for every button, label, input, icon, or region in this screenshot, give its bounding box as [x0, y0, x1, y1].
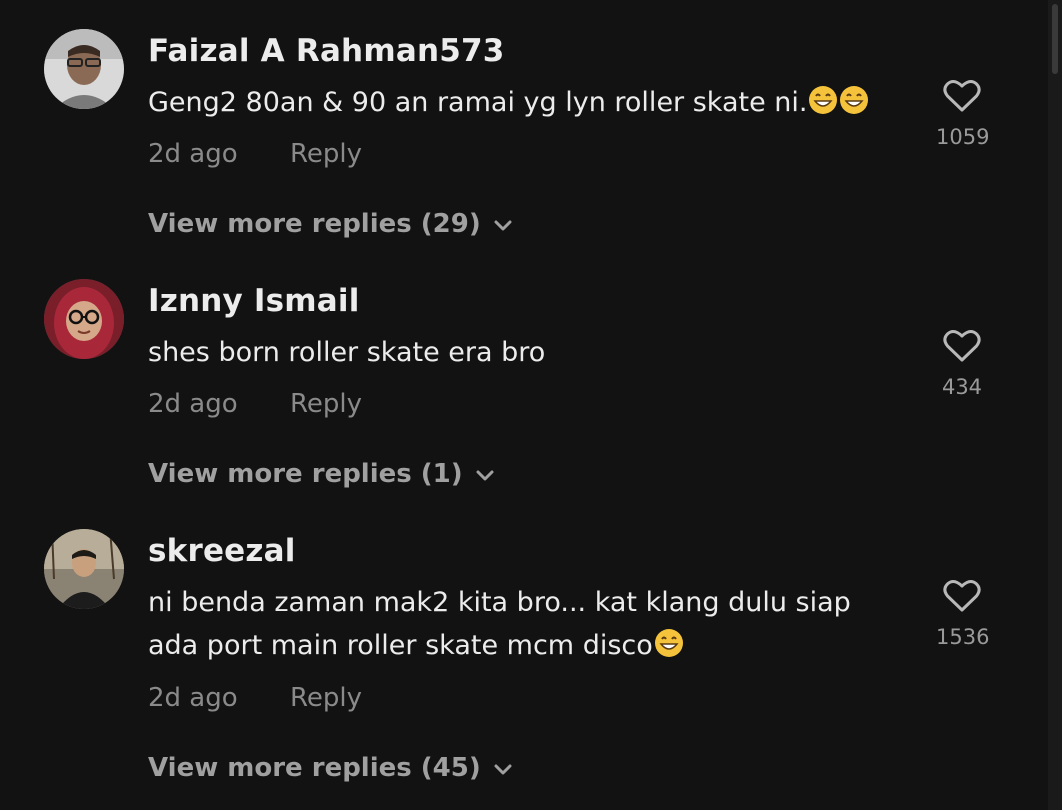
- comment-text: shes born roller skate era bro: [148, 331, 908, 374]
- view-more-replies-label: View more replies (29): [148, 209, 481, 239]
- comment-text-content: ni benda zaman mak2 kita bro... kat klan…: [148, 587, 860, 661]
- chevron-down-icon: [494, 220, 512, 230]
- timestamp: 2d ago: [148, 139, 238, 169]
- view-more-replies-button[interactable]: View more replies (29): [148, 209, 513, 239]
- comment-text: ni benda zaman mak2 kita bro... kat klan…: [148, 581, 908, 667]
- view-more-replies-button[interactable]: View more replies (45): [148, 753, 513, 783]
- reply-button[interactable]: Reply: [290, 389, 362, 419]
- like-control: 1059: [936, 79, 990, 149]
- username[interactable]: Iznny Ismail: [148, 283, 360, 319]
- comment-meta: 2d ago Reply: [148, 389, 362, 419]
- grinning-face-emoji: [809, 86, 838, 114]
- comment-item: Iznny Ismail shes born roller skate era …: [0, 279, 1040, 494]
- heart-icon[interactable]: [943, 79, 981, 113]
- like-count: 434: [941, 375, 983, 399]
- chevron-down-icon: [476, 470, 494, 480]
- view-more-replies-button[interactable]: View more replies (1): [148, 459, 495, 489]
- heart-icon[interactable]: [943, 579, 981, 613]
- comment-meta: 2d ago Reply: [148, 139, 362, 169]
- scrollbar-thumb[interactable]: [1052, 4, 1058, 74]
- avatar[interactable]: [44, 529, 124, 609]
- grinning-face-emoji: [654, 629, 683, 657]
- scrollbar[interactable]: [1048, 0, 1062, 810]
- reply-button[interactable]: Reply: [290, 683, 362, 713]
- like-count: 1059: [936, 125, 990, 149]
- grinning-face-emoji: [840, 86, 869, 114]
- timestamp: 2d ago: [148, 683, 238, 713]
- comment-item: Faizal A Rahman573 Geng2 80an & 90 an ra…: [0, 29, 1040, 244]
- comment-item: skreezal ni benda zaman mak2 kita bro...…: [0, 529, 1040, 799]
- chevron-down-icon: [494, 764, 512, 774]
- username[interactable]: skreezal: [148, 533, 296, 569]
- reply-button[interactable]: Reply: [290, 139, 362, 169]
- avatar[interactable]: [44, 29, 124, 109]
- timestamp: 2d ago: [148, 389, 238, 419]
- like-count: 1536: [936, 625, 990, 649]
- comment-text-content: Geng2 80an & 90 an ramai yg lyn roller s…: [148, 87, 808, 118]
- heart-icon[interactable]: [943, 329, 981, 363]
- view-more-replies-label: View more replies (45): [148, 753, 481, 783]
- like-control: 434: [936, 329, 988, 399]
- username[interactable]: Faizal A Rahman573: [148, 33, 505, 69]
- view-more-replies-label: View more replies (1): [148, 459, 463, 489]
- avatar[interactable]: [44, 279, 124, 359]
- comment-text-content: shes born roller skate era bro: [148, 337, 546, 368]
- comment-text: Geng2 80an & 90 an ramai yg lyn roller s…: [148, 81, 908, 124]
- like-control: 1536: [936, 579, 990, 649]
- comment-meta: 2d ago Reply: [148, 683, 362, 713]
